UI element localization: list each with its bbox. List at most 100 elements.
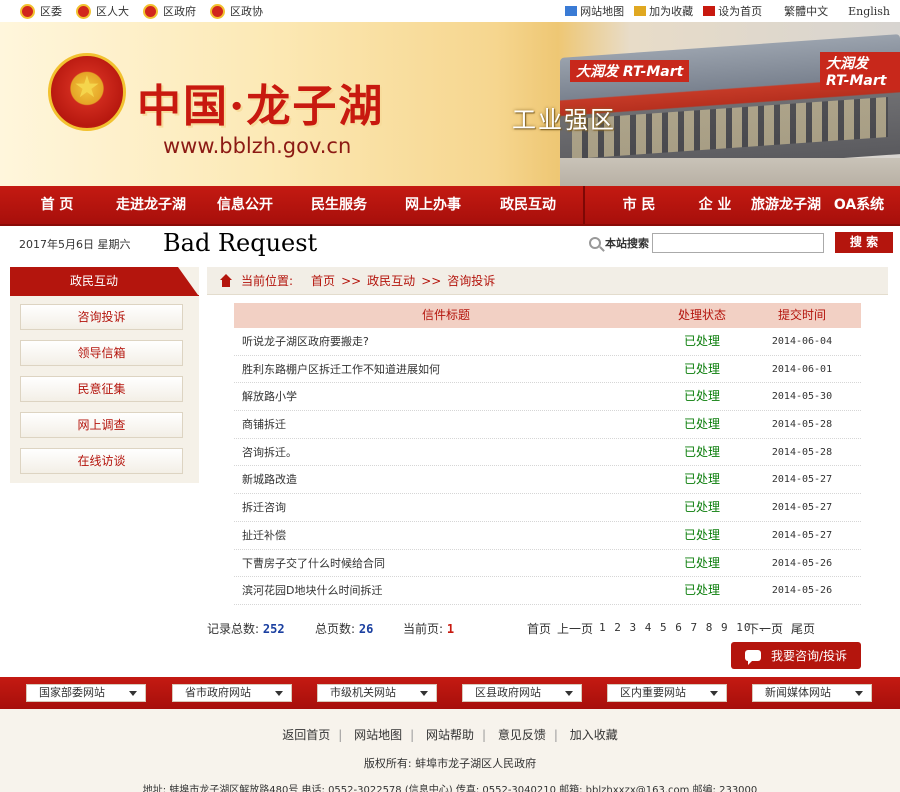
side-item-interview[interactable]: 在线访谈 xyxy=(20,448,183,474)
current-page: 当前页: 1 xyxy=(403,620,454,637)
sitemap-label: 网站地图 xyxy=(580,5,625,18)
breadcrumb: 当前位置: 首页 >> 政民互动 >> 咨询投诉 xyxy=(207,267,888,295)
top-link-district-committee[interactable]: 区委 xyxy=(20,3,62,19)
nav-tourism[interactable]: 旅游龙子湖 xyxy=(748,186,824,224)
select-district-sites[interactable]: 区内重要网站 xyxy=(607,684,727,702)
nav-public-service[interactable]: 民生服务 xyxy=(302,186,376,224)
nav-oa-system[interactable]: OA系统 xyxy=(830,186,888,224)
top-link-label: 区委 xyxy=(40,5,62,18)
footer-link-sitemap[interactable]: 网站地图 xyxy=(354,728,402,742)
select-provincial-sites[interactable]: 省市政府网站 xyxy=(172,684,292,702)
nav-interaction[interactable]: 政民互动 xyxy=(491,186,565,224)
site-search: 本站搜索 xyxy=(589,232,824,254)
footer-link-favorite[interactable]: 加入收藏 xyxy=(570,728,618,742)
table-row[interactable]: 下曹房子交了什么时候给合同 已处理 2014-05-26 xyxy=(234,550,861,578)
table-row[interactable]: 新城路改造 已处理 2014-05-27 xyxy=(234,466,861,495)
top-link-district-congress[interactable]: 区人大 xyxy=(76,3,129,19)
submit-consult-button[interactable]: 我要咨询/投诉 xyxy=(731,642,861,669)
home-icon xyxy=(219,273,233,288)
chevron-down-icon xyxy=(129,691,137,696)
last-page-link[interactable]: 尾页 xyxy=(791,620,815,637)
table-row[interactable]: 解放路小学 已处理 2014-05-30 xyxy=(234,383,861,412)
letter-title[interactable]: 扯迁补偿 xyxy=(242,522,286,549)
nav-info-disclosure[interactable]: 信息公开 xyxy=(208,186,282,224)
submit-date: 2014-05-26 xyxy=(771,557,833,569)
set-homepage-link[interactable]: 设为首页 xyxy=(703,3,762,19)
side-item-opinion[interactable]: 民意征集 xyxy=(20,376,183,402)
select-label: 区县政府网站 xyxy=(475,686,541,699)
table-row[interactable]: 胜利东路棚户区拆迁工作不知道进展如何 已处理 2014-06-01 xyxy=(234,356,861,384)
chevron-down-icon xyxy=(855,691,863,696)
top-link-district-cppcc[interactable]: 区政协 xyxy=(210,3,263,19)
select-media-sites[interactable]: 新闻媒体网站 xyxy=(752,684,872,702)
top-link-district-government[interactable]: 区政府 xyxy=(143,3,196,19)
search-label: 本站搜索 xyxy=(605,237,649,250)
breadcrumb-interaction[interactable]: 政民互动 xyxy=(367,272,415,289)
submit-date: 2014-05-26 xyxy=(771,585,833,597)
top-link-label: 区人大 xyxy=(96,5,129,18)
letter-title[interactable]: 胜利东路棚户区拆迁工作不知道进展如何 xyxy=(242,356,440,383)
header-banner: 中国·龙子湖 www.bblzh.gov.cn 大润发 RT-Mart 大润发 … xyxy=(0,22,900,186)
search-input[interactable] xyxy=(652,233,824,253)
select-label: 区内重要网站 xyxy=(620,686,686,699)
table-row[interactable]: 听说龙子湖区政府要搬走? 已处理 2014-06-04 xyxy=(234,328,861,356)
submit-date: 2014-05-27 xyxy=(771,529,833,541)
letter-title[interactable]: 商铺拆迁 xyxy=(242,411,286,438)
table-row[interactable]: 咨询拆迁。 已处理 2014-05-28 xyxy=(234,439,861,467)
footer-link-feedback[interactable]: 意见反馈 xyxy=(498,728,546,742)
letter-title[interactable]: 滨河花园D地块什么时间拆迁 xyxy=(242,577,382,604)
pagination: 记录总数: 252 总页数: 26 当前页: 1 首页 上一页 1 2 3 4 … xyxy=(207,620,857,636)
select-county-sites[interactable]: 区县政府网站 xyxy=(462,684,582,702)
letter-title[interactable]: 新城路改造 xyxy=(242,466,297,493)
letter-title[interactable]: 解放路小学 xyxy=(242,383,297,410)
english-link[interactable]: English xyxy=(848,5,890,18)
side-item-mailbox[interactable]: 领导信箱 xyxy=(20,340,183,366)
chat-icon xyxy=(744,650,761,665)
total-records-label: 记录总数: xyxy=(207,622,260,636)
add-favorite-link[interactable]: 加为收藏 xyxy=(634,3,693,19)
search-button[interactable]: 搜 索 xyxy=(835,232,893,253)
table-row[interactable]: 滨河花园D地块什么时间拆迁 已处理 2014-05-26 xyxy=(234,577,861,605)
footer-link-help[interactable]: 网站帮助 xyxy=(426,728,474,742)
sitemap-link[interactable]: 网站地图 xyxy=(565,3,624,19)
select-label: 新闻媒体网站 xyxy=(765,686,831,699)
home-icon xyxy=(703,6,716,16)
breadcrumb-consult[interactable]: 咨询投诉 xyxy=(447,272,495,289)
breadcrumb-home[interactable]: 首页 xyxy=(311,272,335,289)
sitemap-icon xyxy=(565,6,578,16)
nav-home[interactable]: 首 页 xyxy=(20,186,94,224)
side-item-survey[interactable]: 网上调查 xyxy=(20,412,183,438)
nav-about[interactable]: 走进龙子湖 xyxy=(108,186,194,224)
first-page-link[interactable]: 首页 xyxy=(527,620,551,637)
next-page-link[interactable]: 下一页 xyxy=(747,620,783,637)
col-header-date: 提交时间 xyxy=(777,308,826,322)
table-row[interactable]: 扯迁补偿 已处理 2014-05-27 xyxy=(234,522,861,550)
national-emblem-icon xyxy=(48,53,126,131)
nav-citizen[interactable]: 市 民 xyxy=(604,186,674,224)
table-row[interactable]: 商铺拆迁 已处理 2014-05-28 xyxy=(234,411,861,439)
top-right-links: 网站地图 加为收藏 设为首页 繁體中文 English xyxy=(555,0,890,22)
select-label: 国家部委网站 xyxy=(39,686,105,699)
top-links-bar: 区委 区人大 区政府 区政协 网站地图 加为收藏 设为首页 繁體中文 Engli… xyxy=(0,0,900,22)
col-header-status: 处理状态 xyxy=(677,308,726,322)
submit-date: 2014-05-28 xyxy=(771,446,833,458)
status-badge: 已处理 xyxy=(683,444,720,459)
table-row[interactable]: 拆迁咨询 已处理 2014-05-27 xyxy=(234,494,861,522)
nav-online-service[interactable]: 网上办事 xyxy=(396,186,470,224)
prev-page-link[interactable]: 上一页 xyxy=(557,620,593,637)
select-city-agency-sites[interactable]: 市级机关网站 xyxy=(317,684,437,702)
footer-address: 地址: 蚌埠市龙子湖区解放路480号 电话: 0552-3022578 (信息中… xyxy=(142,785,758,792)
left-panel: 政民互动 咨询投诉 领导信箱 民意征集 网上调查 在线访谈 xyxy=(10,267,199,483)
letter-title[interactable]: 咨询拆迁。 xyxy=(242,439,297,466)
letter-title[interactable]: 拆迁咨询 xyxy=(242,494,286,521)
nav-enterprise[interactable]: 企 业 xyxy=(680,186,750,224)
total-pages-value: 26 xyxy=(358,622,374,636)
letter-title[interactable]: 下曹房子交了什么时候给合同 xyxy=(242,550,385,577)
traditional-chinese-link[interactable]: 繁體中文 xyxy=(784,3,828,19)
select-label: 市级机关网站 xyxy=(330,686,396,699)
submit-date: 2014-05-27 xyxy=(771,502,833,514)
letter-title[interactable]: 听说龙子湖区政府要搬走? xyxy=(242,328,369,355)
side-item-consult[interactable]: 咨询投诉 xyxy=(20,304,183,330)
select-ministry-sites[interactable]: 国家部委网站 xyxy=(26,684,146,702)
footer-link-home[interactable]: 返回首页 xyxy=(282,728,330,742)
